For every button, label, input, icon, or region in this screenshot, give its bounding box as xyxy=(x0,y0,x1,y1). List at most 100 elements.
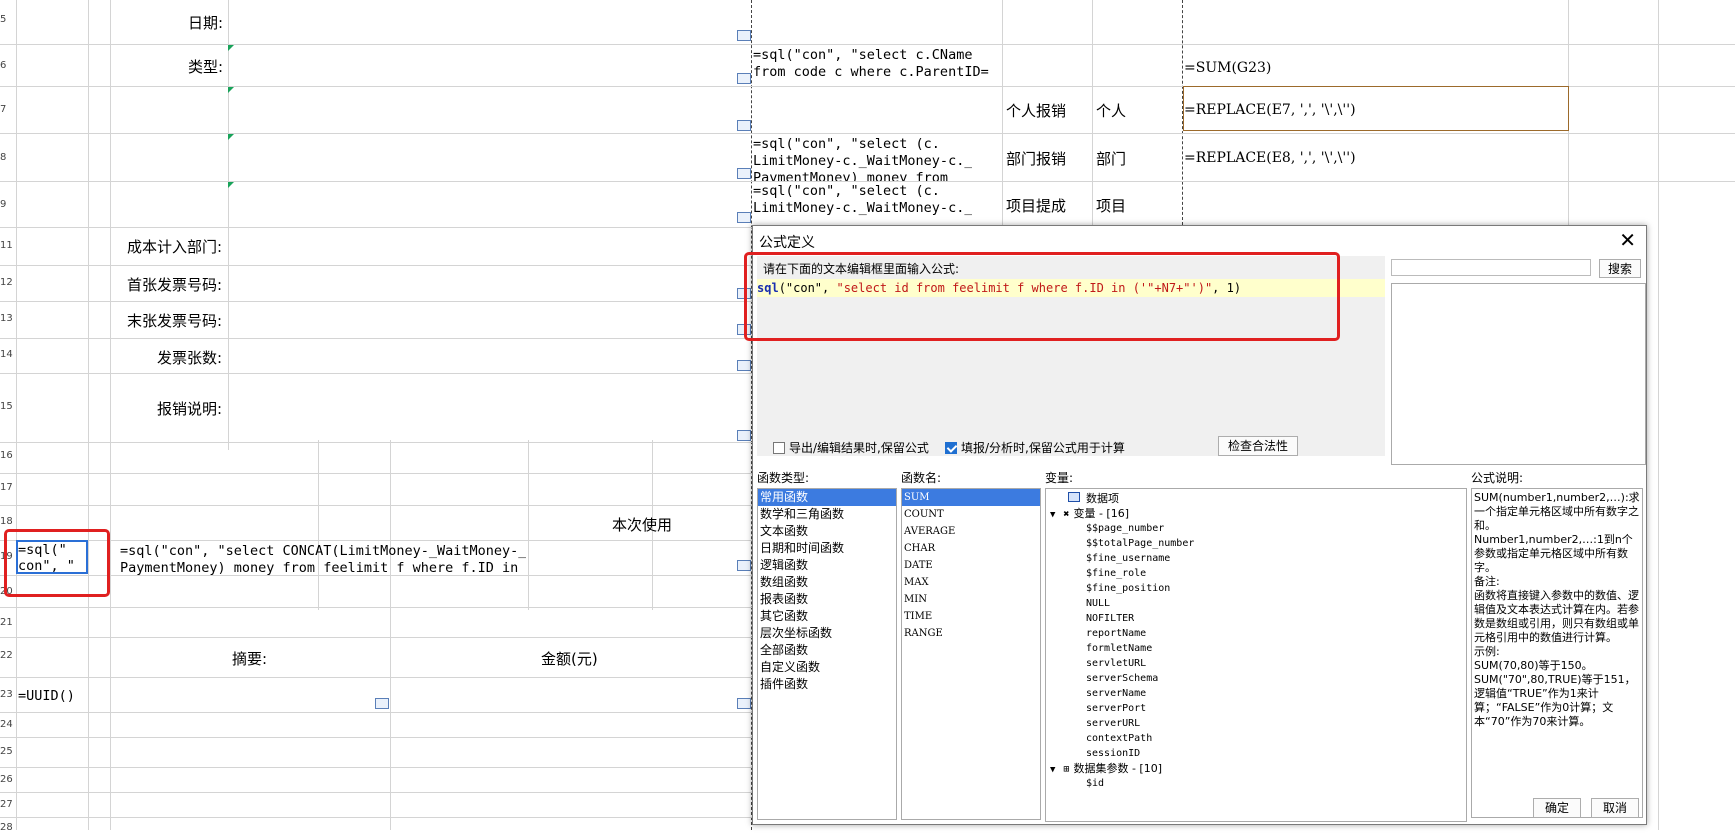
list-item[interactable]: 逻辑函数 xyxy=(758,557,896,574)
row-number[interactable]: 26 xyxy=(0,774,13,785)
cell-widget-icon[interactable] xyxy=(737,430,751,441)
sum-cell[interactable]: =SUM(G23) xyxy=(1184,60,1271,76)
list-item[interactable]: AVERAGE xyxy=(902,523,1040,540)
row-number[interactable]: 18 xyxy=(0,516,13,527)
project-cell[interactable]: 项目 xyxy=(1096,195,1126,216)
row-number[interactable]: 14 xyxy=(0,349,13,360)
tree-leaf[interactable]: $$totalPage_number xyxy=(1046,536,1466,551)
tree-leaf[interactable]: $id xyxy=(1046,776,1466,791)
tree-leaf[interactable]: servletURL xyxy=(1046,656,1466,671)
row-number[interactable]: 27 xyxy=(0,799,13,810)
cancel-button[interactable]: 取消 xyxy=(1591,798,1639,818)
tree-leaf[interactable]: NULL xyxy=(1046,596,1466,611)
row-number[interactable]: 28 xyxy=(0,822,13,833)
search-results[interactable] xyxy=(1391,283,1646,465)
close-icon[interactable]: ✕ xyxy=(1619,228,1636,252)
list-item[interactable]: 数组函数 xyxy=(758,574,896,591)
cell-widget-icon[interactable] xyxy=(375,698,389,709)
tree-leaf[interactable]: serverURL xyxy=(1046,716,1466,731)
list-item[interactable]: TIME xyxy=(902,608,1040,625)
list-item[interactable]: RANGE xyxy=(902,625,1040,642)
row-number[interactable]: 24 xyxy=(0,719,13,730)
replace-cell-r7[interactable]: =REPLACE(E7, ',', '\',\'') xyxy=(1184,102,1356,118)
row-number[interactable]: 17 xyxy=(0,482,13,493)
dept-cell[interactable]: 部门 xyxy=(1096,148,1126,169)
row-number[interactable]: 9 xyxy=(0,199,10,210)
row-number[interactable]: 7 xyxy=(0,104,10,115)
row-number[interactable]: 16 xyxy=(0,450,13,461)
list-item[interactable]: 全部函数 xyxy=(758,642,896,659)
personal-claim-cell[interactable]: 个人报销 xyxy=(1006,100,1066,121)
keep-fill-checkbox[interactable] xyxy=(945,442,957,454)
list-item[interactable]: 文本函数 xyxy=(758,523,896,540)
tree-leaf[interactable]: contextPath xyxy=(1046,731,1466,746)
tree-leaf[interactable]: sessionID xyxy=(1046,746,1466,761)
formula-cell-r9[interactable]: =sql("con", "select (c. LimitMoney-c._Wa… xyxy=(753,183,972,225)
list-item[interactable]: 日期和时间函数 xyxy=(758,540,896,557)
tree-leaf[interactable]: serverName xyxy=(1046,686,1466,701)
search-input[interactable] xyxy=(1391,259,1591,276)
list-item[interactable]: 自定义函数 xyxy=(758,659,896,676)
list-item[interactable]: 层次坐标函数 xyxy=(758,625,896,642)
list-item[interactable]: SUM xyxy=(902,489,1040,506)
list-item[interactable]: 数学和三角函数 xyxy=(758,506,896,523)
keep-export-checkbox[interactable] xyxy=(773,442,785,454)
list-item[interactable]: 其它函数 xyxy=(758,608,896,625)
cell-widget-icon[interactable] xyxy=(737,120,751,131)
row-number[interactable]: 23 xyxy=(0,689,13,700)
dept-claim-cell[interactable]: 部门报销 xyxy=(1006,148,1066,169)
cell-widget-icon[interactable] xyxy=(737,698,751,709)
tree-leaf[interactable]: serverPort xyxy=(1046,701,1466,716)
list-item[interactable]: 插件函数 xyxy=(758,676,896,693)
tree-leaf[interactable]: $fine_role xyxy=(1046,566,1466,581)
row-number[interactable]: 25 xyxy=(0,746,13,757)
tree-leaf[interactable]: reportName xyxy=(1046,626,1466,641)
cell-widget-icon[interactable] xyxy=(737,360,751,371)
func-name-list[interactable]: SUM COUNT AVERAGE CHAR DATE MAX MIN TIME… xyxy=(901,488,1041,820)
list-item[interactable]: MAX xyxy=(902,574,1040,591)
replace-cell-r8[interactable]: =REPLACE(E8, ',', '\',\'') xyxy=(1184,150,1356,166)
check-validity-button[interactable]: 检查合法性 xyxy=(1218,436,1298,456)
row-number[interactable]: 15 xyxy=(0,401,13,412)
formula-cell-r6[interactable]: =sql("con", "select c.CName from code c … xyxy=(753,47,989,81)
row-number[interactable]: 11 xyxy=(0,240,13,251)
variable-tree[interactable]: 数据项 ▼ ✖ 变量 - [16] $$page_number $$totalPag… xyxy=(1045,488,1467,822)
func-type-list[interactable]: 常用函数 数学和三角函数 文本函数 日期和时间函数 逻辑函数 数组函数 报表函数… xyxy=(757,488,897,820)
formula-cell-r8[interactable]: =sql("con", "select (c. LimitMoney-c._Wa… xyxy=(753,136,972,181)
formula-cell-r19-b[interactable]: =sql("con", "select CONCAT(LimitMoney-_W… xyxy=(120,543,526,575)
tree-leaf[interactable]: NOFILTER xyxy=(1046,611,1466,626)
row-number[interactable]: 8 xyxy=(0,152,10,163)
row-number[interactable]: 22 xyxy=(0,650,13,661)
cell-widget-icon[interactable] xyxy=(737,212,751,223)
cell-widget-icon[interactable] xyxy=(737,168,751,179)
cell-widget-icon[interactable] xyxy=(737,73,751,84)
row-number[interactable]: 6 xyxy=(0,60,10,71)
tree-leaf[interactable]: $$page_number xyxy=(1046,521,1466,536)
row-number[interactable]: 5 xyxy=(0,14,10,25)
tree-leaf[interactable]: serverSchema xyxy=(1046,671,1466,686)
search-button[interactable]: 搜索 xyxy=(1599,259,1641,278)
row-number[interactable]: 13 xyxy=(0,313,13,324)
keep-export-option[interactable]: 导出/编辑结果时,保留公式 xyxy=(773,439,929,456)
list-item[interactable]: 报表函数 xyxy=(758,591,896,608)
list-item[interactable]: 常用函数 xyxy=(758,489,896,506)
ok-button[interactable]: 确定 xyxy=(1533,798,1581,818)
cell-widget-icon[interactable] xyxy=(737,560,751,571)
chevron-down-icon[interactable]: ▼ xyxy=(1050,510,1055,520)
personal-cell[interactable]: 个人 xyxy=(1096,100,1126,121)
tree-node[interactable]: ▼ ✖ 变量 - [16] xyxy=(1046,506,1466,521)
tree-node[interactable]: 数据项 xyxy=(1046,491,1466,506)
row-number[interactable]: 21 xyxy=(0,617,13,628)
list-item[interactable]: COUNT xyxy=(902,506,1040,523)
tree-node[interactable]: ▼ ⊞ 数据集参数 - [10] xyxy=(1046,761,1466,776)
chevron-down-icon[interactable]: ▼ xyxy=(1050,765,1055,775)
list-item[interactable]: CHAR xyxy=(902,540,1040,557)
tree-leaf[interactable]: formletName xyxy=(1046,641,1466,656)
list-item[interactable]: MIN xyxy=(902,591,1040,608)
list-item[interactable]: DATE xyxy=(902,557,1040,574)
calendar-icon[interactable] xyxy=(737,30,751,41)
project-claim-cell[interactable]: 项目提成 xyxy=(1006,195,1066,216)
tree-leaf[interactable]: $fine_position xyxy=(1046,581,1466,596)
keep-fill-option[interactable]: 填报/分析时,保留公式用于计算 xyxy=(945,439,1125,456)
uuid-cell[interactable]: =UUID() xyxy=(18,688,75,704)
